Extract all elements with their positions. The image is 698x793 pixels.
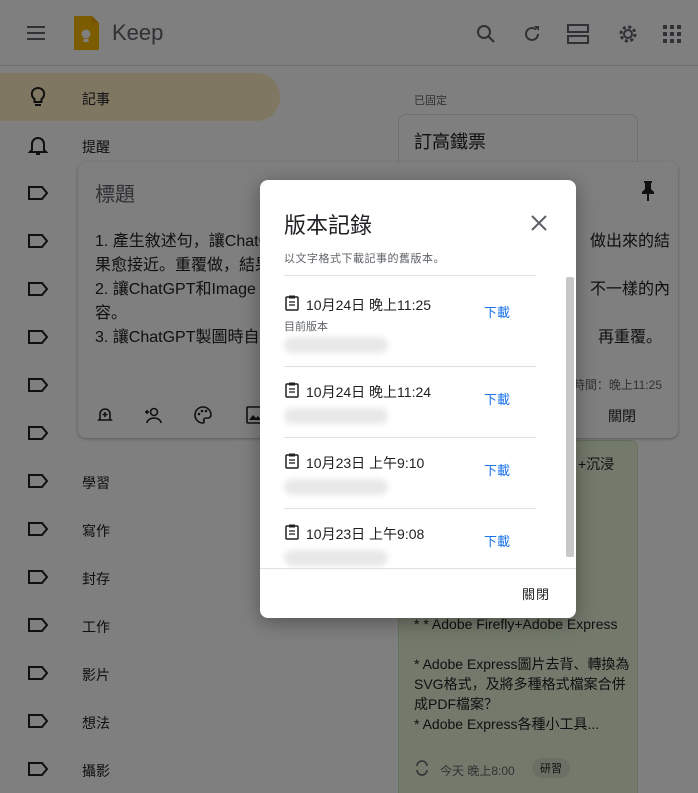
version-time: 10月24日 晚上11:24 xyxy=(306,384,432,400)
dialog-subtitle: 以文字格式下載記事的舊版本。 xyxy=(284,253,445,265)
version-list: 10月24日 晚上11:25 下載 目前版本 10月24日 晚上11:24 下載… xyxy=(260,275,576,568)
blurred-preview xyxy=(284,408,388,424)
dialog-title: 版本記錄 xyxy=(284,213,373,238)
blurred-preview xyxy=(284,550,388,566)
version-item: 10月23日 上午9:08 下載 xyxy=(284,508,536,568)
version-item: 10月24日 晚上11:25 下載 目前版本 xyxy=(284,275,536,365)
current-version-label: 目前版本 xyxy=(284,321,328,333)
blurred-preview xyxy=(284,337,388,353)
version-time: 10月24日 晚上11:25 xyxy=(306,297,432,313)
document-icon xyxy=(284,453,300,469)
scrollbar-thumb[interactable] xyxy=(566,277,574,557)
download-link[interactable]: 下載 xyxy=(484,460,510,479)
document-icon xyxy=(284,382,300,398)
document-icon xyxy=(284,524,300,540)
document-icon xyxy=(284,295,300,311)
download-link[interactable]: 下載 xyxy=(484,531,510,550)
download-link[interactable]: 下載 xyxy=(484,302,510,321)
version-history-dialog: 版本記錄 以文字格式下載記事的舊版本。 10月24日 晚上11:25 下載 目前… xyxy=(260,180,576,618)
close-icon[interactable] xyxy=(528,212,550,234)
version-item: 10月24日 晚上11:24 下載 xyxy=(284,366,536,437)
version-item: 10月23日 上午9:10 下載 xyxy=(284,437,536,508)
download-link[interactable]: 下載 xyxy=(484,389,510,408)
version-time: 10月23日 上午9:10 xyxy=(306,455,425,471)
blurred-preview xyxy=(284,479,388,495)
dialog-close-button[interactable]: 關閉 xyxy=(522,584,550,603)
version-time: 10月23日 上午9:08 xyxy=(306,526,425,542)
